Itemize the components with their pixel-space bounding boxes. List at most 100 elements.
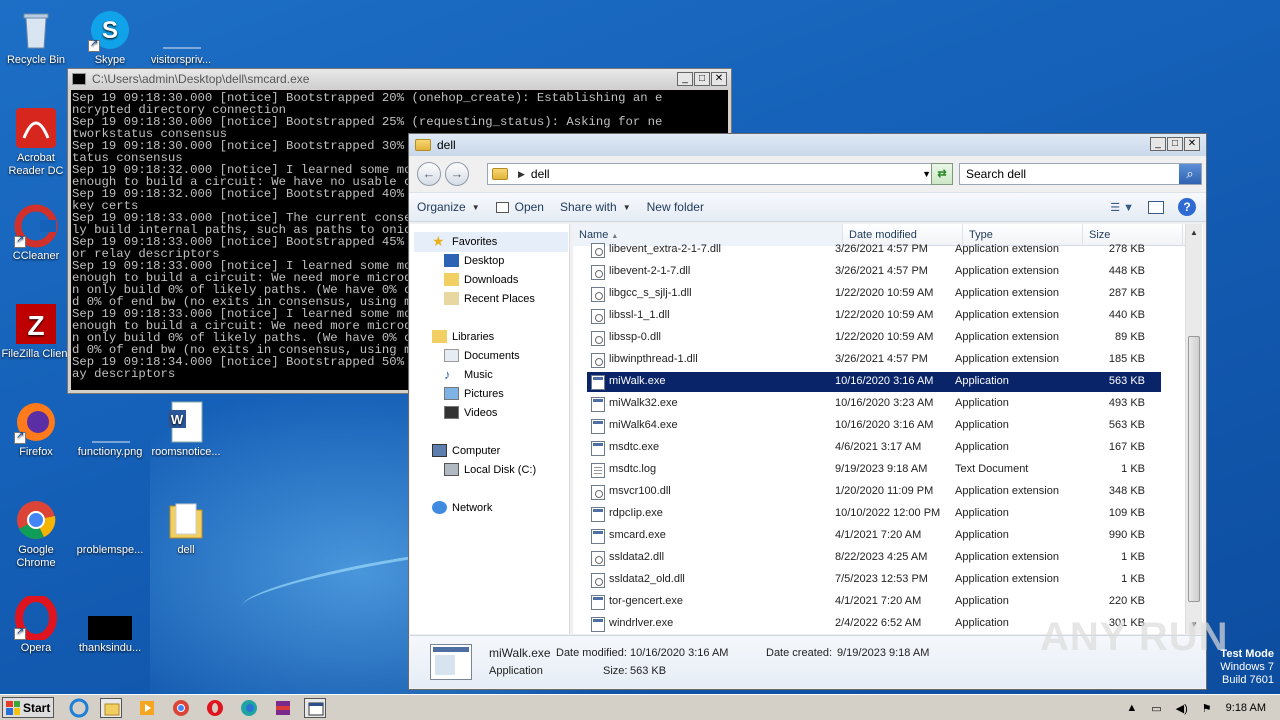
file-row[interactable]: miWalk32.exe 10/16/2020 3:23 AM Applicatio… <box>587 394 1161 414</box>
file-row[interactable]: libevent_extra-2-1-7.dll 3/26/2021 4:57 P… <box>587 240 1161 260</box>
refresh-button[interactable]: ⇄ <box>931 163 953 185</box>
file-date: 2/4/2022 6:52 AM <box>835 617 922 629</box>
explorer-titlebar[interactable]: dell <box>409 134 1206 156</box>
explorer-taskbar-icon[interactable] <box>100 698 122 718</box>
internet-explorer-icon[interactable] <box>68 698 90 718</box>
firefox-icon[interactable]: Firefox <box>0 400 72 459</box>
nav-favorites[interactable]: ★ Favorites <box>432 233 497 249</box>
file-row[interactable]: msdtc.log 9/19/2023 9:18 AM Text Document 1… <box>587 460 1161 480</box>
desktop-icon-label: Opera <box>20 642 52 654</box>
ccleaner-icon[interactable]: CCleaner <box>0 204 72 263</box>
maximize-button[interactable]: □ <box>694 72 710 86</box>
file-row[interactable]: libgcc_s_sjlj-1.dll 1/22/2020 10:59 AM App… <box>587 284 1161 304</box>
organize-button[interactable]: Organize ▼ <box>409 200 488 214</box>
file-size: 990 KB <box>1108 529 1145 541</box>
file-row[interactable]: msvcr100.dll 1/20/2020 11:09 PM Applicatio… <box>587 482 1161 502</box>
file-row[interactable]: ssldata2.dll 8/22/2023 4:25 AM Application… <box>587 548 1161 568</box>
media-player-icon[interactable] <box>136 698 158 718</box>
nav-recent-places[interactable]: Recent Places <box>444 292 535 305</box>
folder-icon <box>415 139 431 151</box>
minimize-button[interactable]: _ <box>677 72 693 86</box>
black-image-file-icon[interactable]: thanksindu... <box>74 596 146 655</box>
forward-button[interactable]: → <box>445 162 469 186</box>
desktop-icon-label: Skype <box>94 54 126 66</box>
back-button[interactable]: ← <box>417 162 441 186</box>
file-icon[interactable]: problemspe... <box>74 498 146 557</box>
nav-desktop[interactable]: Desktop <box>444 254 504 267</box>
minimize-button[interactable]: _ <box>1150 137 1166 151</box>
nav-videos[interactable]: Videos <box>444 406 497 419</box>
nav-pictures[interactable]: Pictures <box>444 387 504 400</box>
file-row[interactable]: rdpcIip.exe 10/10/2022 12:00 PM Applicatio… <box>587 504 1161 524</box>
preview-pane-icon[interactable] <box>1148 200 1164 214</box>
share-with-button[interactable]: Share with ▼ <box>552 200 639 214</box>
network-tray-icon[interactable]: ▭ <box>1151 702 1161 715</box>
file-type: Application extension <box>955 265 1059 277</box>
nav-local-disk[interactable]: Local Disk (C:) <box>444 463 536 476</box>
explorer-window[interactable]: dell _ □ ✕ ← → ▶ dell ▼ ⇄ Search dell ⌕ … <box>408 133 1207 690</box>
file-row[interactable]: libwinpthread-1.dll 3/26/2021 4:57 PM Appl… <box>587 350 1161 370</box>
file-row[interactable]: miWalk64.exe 10/16/2020 3:16 AM Applicatio… <box>587 416 1161 436</box>
star-icon: ★ <box>432 233 445 249</box>
chevron-right-icon: ▶ <box>518 168 525 179</box>
nav-downloads[interactable]: Downloads <box>444 273 518 286</box>
console-taskbar-icon[interactable] <box>304 698 326 718</box>
new-folder-button[interactable]: New folder <box>639 200 712 214</box>
opera-taskbar-icon[interactable] <box>204 698 226 718</box>
close-button[interactable]: ✕ <box>1184 137 1200 151</box>
chrome-icon[interactable]: Google Chrome <box>0 498 72 570</box>
scroll-thumb[interactable] <box>1188 336 1200 602</box>
file-row[interactable]: ssldata2_old.dll 7/5/2023 12:53 PM Applica… <box>587 570 1161 590</box>
filezilla-icon[interactable]: Z FileZilla Client <box>0 302 72 361</box>
address-bar[interactable]: ▶ dell ▼ <box>487 163 937 185</box>
start-button[interactable]: Start <box>2 697 54 718</box>
file-type: Application extension <box>955 485 1059 497</box>
chevron-down-icon[interactable]: ▼ <box>922 169 931 179</box>
acrobat-icon[interactable]: Acrobat Reader DC <box>0 106 72 178</box>
file-row[interactable]: tor-gencert.exe 4/1/2021 7:20 AM Applicati… <box>587 592 1161 612</box>
open-button[interactable]: Open <box>488 200 552 214</box>
nav-music[interactable]: ♪ Music <box>444 368 493 381</box>
show-hidden-icons-icon[interactable]: ▲ <box>1126 702 1137 714</box>
edge-taskbar-icon[interactable] <box>238 698 260 718</box>
file-date: 4/1/2021 7:20 AM <box>835 595 922 607</box>
desktop-icon-label: Google Chrome <box>16 544 56 569</box>
recycle-bin-icon[interactable]: Recycle Bin <box>0 8 72 67</box>
scroll-up-icon[interactable]: ▲ <box>1188 226 1200 240</box>
skype-icon[interactable]: S Skype <box>74 8 146 67</box>
file-date: 7/5/2023 12:53 PM <box>835 573 928 585</box>
file-row[interactable]: msdtc.exe 4/6/2021 3:17 AM Application 167 … <box>587 438 1161 458</box>
word-document-icon[interactable]: W roomsnotice... <box>150 400 222 459</box>
close-button[interactable]: ✕ <box>711 72 727 86</box>
opera-icon[interactable]: Opera <box>0 594 72 655</box>
file-icon[interactable]: visitorspriv... <box>145 8 217 67</box>
help-icon[interactable]: ? <box>1178 198 1196 216</box>
console-titlebar[interactable]: C:\Users\admin\Desktop\dell\smcard.exe <box>68 69 731 89</box>
dll-file-icon <box>591 485 605 500</box>
search-icon[interactable]: ⌕ <box>1179 164 1201 184</box>
search-input[interactable]: Search dell ⌕ <box>959 163 1202 185</box>
application-icon <box>591 419 605 434</box>
action-center-icon[interactable]: ⚑ <box>1202 702 1212 715</box>
view-options-icon[interactable]: ☰ ▼ <box>1110 201 1134 214</box>
file-row[interactable]: libssl-1_1.dll 1/22/2020 10:59 AM Applicat… <box>587 306 1161 326</box>
file-row[interactable]: libevent-2-1-7.dll 3/26/2021 4:57 PM Appli… <box>587 262 1161 282</box>
chrome-taskbar-icon[interactable] <box>170 698 192 718</box>
nav-documents[interactable]: Documents <box>444 349 520 362</box>
file-row[interactable]: libssp-0.dll 1/22/2020 10:59 AM Applicatio… <box>587 328 1161 348</box>
volume-icon[interactable]: ◀) <box>1176 702 1188 715</box>
file-date: 1/22/2020 10:59 AM <box>835 331 934 343</box>
nav-libraries[interactable]: Libraries <box>432 330 494 343</box>
clock[interactable]: 9:18 AM <box>1226 702 1266 714</box>
maximize-button[interactable]: □ <box>1167 137 1183 151</box>
winrar-taskbar-icon[interactable] <box>272 698 294 718</box>
folder-icon[interactable]: dell <box>150 498 222 557</box>
vertical-scrollbar[interactable]: ▲ ▼ <box>1185 224 1202 634</box>
dll-file-icon <box>591 551 605 566</box>
nav-computer[interactable]: Computer <box>432 444 500 457</box>
file-row[interactable]: smcard.exe 4/1/2021 7:20 AM Application 990… <box>587 526 1161 546</box>
nav-network[interactable]: Network <box>432 501 492 514</box>
file-type: Application <box>955 617 1009 629</box>
file-row[interactable]: miWalk.exe 10/16/2020 3:16 AM Application 5… <box>587 372 1161 392</box>
image-file-icon[interactable]: functiony.png <box>74 400 146 459</box>
